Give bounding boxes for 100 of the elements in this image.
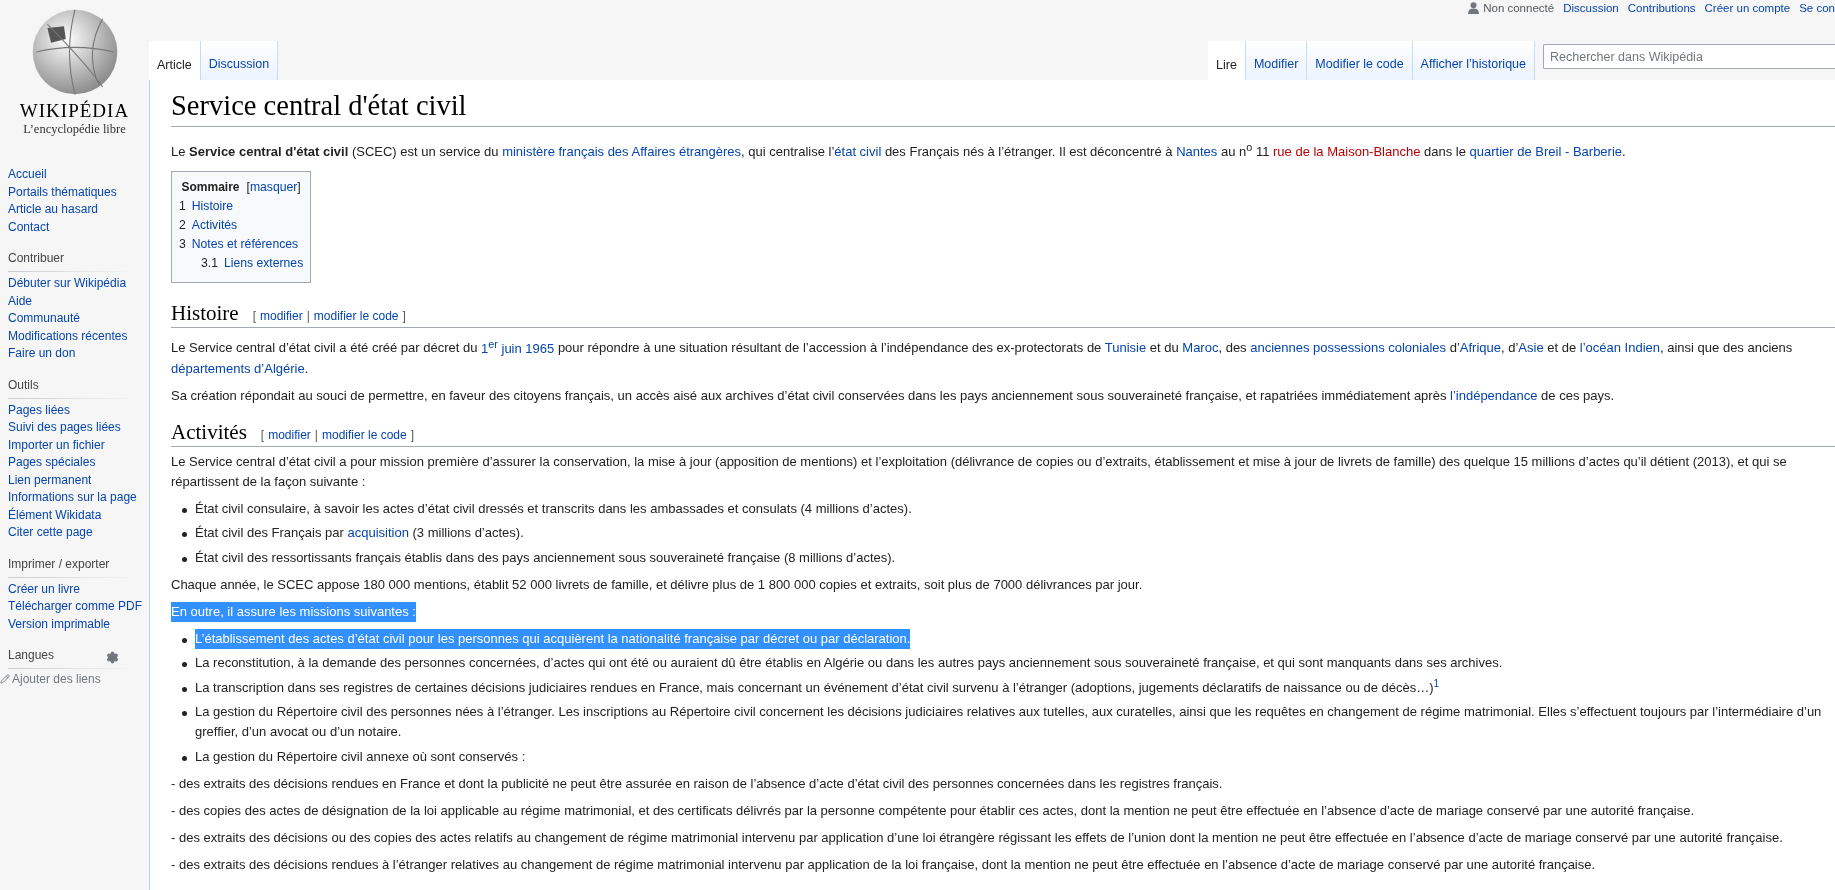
sidebar-link[interactable]: Importer un fichier (0, 436, 105, 454)
edit-bracket: ] (410, 426, 415, 444)
toc-title: Sommaire (181, 179, 240, 196)
sidebar-link[interactable]: Élément Wikidata (0, 506, 102, 524)
article-link[interactable]: l’océan Indien (1579, 340, 1661, 356)
sidebar-link[interactable]: Version imprimable (0, 615, 111, 633)
article-link[interactable]: anciennes possessions coloniales (1250, 340, 1447, 356)
page-tab[interactable]: Discussion (200, 41, 279, 81)
bullet-icon (182, 507, 187, 513)
edit-bracket: ] (402, 308, 406, 326)
section-heading: Histoire (171, 300, 239, 328)
user-icon (1468, 2, 1480, 14)
sidebar-link[interactable]: Lien permanent (0, 471, 92, 489)
paragraph: - des extraits des décisions ou des copies des actes relatifs au changement de régime matrimonial intervenu par application d’une loi étrangère régissant les effets de l’union dont la mention ne peut être effectuée en l’absence d’acte de mariage conservé par une autorité française. (171, 828, 1784, 847)
list-item-text: État civil des Français par acquisition (3 millions d’actes). (195, 524, 524, 543)
toc-bracket: [ (246, 179, 250, 196)
toc-link[interactable]: 3.1 Liens externes (201, 255, 304, 272)
bullet-icon (182, 662, 187, 668)
user-link[interactable]: Contributions (1627, 2, 1696, 14)
sidebar-link[interactable]: Télécharger comme PDF (0, 598, 143, 616)
sidebar-heading: Langues (7, 647, 55, 664)
toc-link[interactable]: 1 Histoire (179, 198, 234, 215)
view-tab[interactable]: Modifier le code (1307, 41, 1413, 81)
sidebar-heading: Contribuer (7, 250, 66, 267)
edit-separator: | (314, 426, 318, 444)
view-tab[interactable]: Modifier (1245, 41, 1308, 81)
paragraph: Sa création répondait au souci de permettre, en faveur des citoyens français, un accès aisé aux archives d’état civil conservées dans les pays anciennement sous souveraineté française, et rapatriées immédiatement après l’indépendance de ces pays. (171, 386, 1616, 405)
section-heading: Activités (171, 418, 247, 446)
edit-section-link[interactable]: modifier (260, 306, 303, 327)
toc-link[interactable]: 3 Notes et références (179, 236, 299, 253)
list-item-text: La reconstitution, à la demande des personnes concernées, d’actes qui ont été ou auraient dû être établis en Algérie ou dans les autres pays anciennement sous souveraineté française, et qui sont manquants dans ses archives. (195, 654, 1503, 673)
settings-icon[interactable] (106, 650, 119, 664)
bullet-icon (182, 686, 187, 692)
sidebar-link[interactable]: Contact (0, 218, 50, 236)
page-tab[interactable]: Article (149, 41, 201, 81)
edit-separator: | (306, 308, 310, 326)
list-item-text: État civil des ressortissants français établis dans des pays anciennement sous souveraineté française (8 millions d’actes). (195, 548, 896, 567)
paragraph: - des extraits des décisions rendues à l’étranger relatives au changement de régime matrimonial intervenu par application de la loi française, dont la mention ne peut être effectuée en l’absence d’acte de mariage conservé par une autorité française. (171, 855, 1597, 874)
paragraph: Le Service central d’état civil a pour mission première d’assurer la conservation, la mise à jour (apposition de mentions) et l’exploitation (délivrance de copies ou d’extraits, établissement et mise à jour de livrets de famille) des quelque 15 millions d’actes qu’il détient (2013), et qui se répartissent de la façon suivante : (171, 452, 1788, 491)
paragraph: En outre, il assure les missions suivantes : (171, 601, 416, 622)
pencil-icon (0, 674, 10, 684)
edit-section-link[interactable]: modifier le code (322, 424, 407, 445)
missing-article-link[interactable]: rue de la Maison-Blanche (1273, 144, 1421, 160)
list-item-text: La gestion du Répertoire civil des personnes nées à l’étranger. Les inscriptions au Répertoire civil concernent les décisions judiciaires relatives aux tutelles, aux curatelles, ainsi que les requêtes en changement de régime matrimonial. Elles s’effectuent toujours par l’intermédiaire d’un greffier, d’un avocat ou d’un notaire. (195, 703, 1823, 742)
paragraph: - des extraits des décisions rendues en France et dont la publicité ne peut être assurée en raison de l’absence d’acte d’état civil des personnes concernées dans les registres français. (171, 774, 1224, 793)
list-item-text: La transcription dans ses registres de certaines décisions judiciaires rendues en France, mais concernant un événement d’état civil survenu à l’étranger (adoptions, jugements déclaratifs de naissance ou de décès…)$^{1}$ (195, 677, 1440, 697)
sidebar-link[interactable]: Faire un don (0, 345, 76, 363)
article-link[interactable]: état civil (834, 144, 882, 160)
toc-link[interactable]: 2 Activités (179, 217, 238, 234)
article-link[interactable]: Tunisie (1104, 340, 1147, 356)
article-link[interactable]: acquisition (347, 525, 409, 541)
login-status: Non connecté (1468, 2, 1555, 14)
paragraph: Le Service central d’état civil a été créé par décret du 1$^{er}$ juin 1965 pour répondre à une situation résultant de l’accession à l’indépendance des ex-protectorats de Tunisie et du Maroc, des anciennes possessions coloniales d’Afrique, d’Asie et de l’océan Indien, ainsi que des anciens départements d’Algérie. (171, 336, 1794, 378)
sidebar-link[interactable]: Aide (0, 292, 33, 310)
article-link[interactable]: Nantes (1176, 144, 1218, 160)
article-link[interactable]: Asie (1518, 340, 1544, 356)
bullet-icon (182, 711, 187, 717)
user-link[interactable]: Se con (1799, 2, 1835, 14)
article-link[interactable]: quartier de Breil - Barberie (1469, 144, 1623, 160)
sidebar-link[interactable]: Informations sur la page (0, 489, 137, 507)
edit-section-link[interactable]: modifier (268, 424, 311, 445)
edit-bracket: [ (252, 308, 256, 326)
paragraph: Chaque année, le SCEC appose 180 000 mentions, établit 52 000 livrets de famille, et délivre plus de 1 800 000 copies et extraits, soit plus de 7000 délivrances par jour. (171, 575, 1144, 594)
bullet-icon (182, 532, 187, 538)
sidebar-link[interactable]: Créer un livre (0, 580, 81, 598)
reference-link[interactable]: 1 (1433, 677, 1440, 689)
sidebar-heading: Imprimer / exporter (7, 555, 111, 573)
paragraph: - des copies des actes de désignation de la loi applicable au régime matrimonial, et des certificats délivrés par la personne compétente pour établir ces actes, dont la mention ne peut être effectuée en l’absence d’acte de mariage conservé par une autorité française. (171, 801, 1696, 820)
search-field[interactable]: Rechercher dans Wikipédia (1543, 44, 1835, 69)
list-item-text: L’établissement des actes d’état civil pour les personnes qui acquièrent la nationalité française par décret ou par déclaration. (195, 628, 911, 649)
sidebar-link[interactable]: Citer cette page (0, 524, 93, 542)
add-links-link[interactable]: Ajouter des liens (0, 672, 131, 686)
sidebar-heading: Outils (7, 376, 40, 394)
edit-section-link[interactable]: modifier le code (313, 306, 399, 327)
sidebar-link[interactable]: Article au hasard (0, 201, 99, 219)
logo-tagline: L’encyclopédie libre (23, 122, 126, 137)
article-link[interactable]: Afrique (1459, 340, 1501, 356)
paragraph: Le Service central d'état civil (SCEC) est un service du ministère français des Affaires étrangères, qui centralise l’état civil des Français nés à l’étranger. Il est déconcentré à Nantes au n$^{o}$ 11 rue de la Maison-Blanche dans le quartier de Breil - Barberie. (171, 140, 1627, 162)
page-title: Service central d'état civil (171, 88, 1835, 127)
bullet-icon (182, 556, 187, 562)
view-tab[interactable]: Afficher l’historique (1412, 41, 1535, 81)
edit-bracket: [ (260, 426, 265, 444)
sidebar-link[interactable]: Portails thématiques (0, 183, 117, 201)
bullet-icon (182, 755, 187, 761)
article-link[interactable]: 1$^{er}$ juin 1965 (481, 340, 555, 356)
sidebar-link[interactable]: Suivi des pages liées (0, 419, 121, 437)
sidebar-link[interactable]: Communauté (0, 310, 81, 328)
user-link[interactable]: Discussion (1563, 2, 1619, 14)
toc-bracket: ] (297, 179, 301, 196)
view-tab[interactable]: Lire (1208, 41, 1246, 81)
bullet-icon (182, 637, 187, 643)
sidebar-link[interactable]: Débuter sur Wikipédia (0, 275, 127, 293)
article-link[interactable]: l’indépendance (1450, 387, 1538, 403)
sidebar-link[interactable]: Pages liées (0, 401, 71, 419)
sidebar-link[interactable]: Accueil (0, 166, 47, 184)
sidebar-link[interactable]: Pages spéciales (0, 454, 96, 472)
user-link[interactable]: Créer un compte (1704, 2, 1791, 14)
article-link[interactable]: départements d’Algérie (171, 360, 305, 376)
sidebar-link[interactable]: Modifications récentes (0, 327, 128, 345)
logo-wordmark: WIKIPÉDIA (19, 100, 130, 122)
